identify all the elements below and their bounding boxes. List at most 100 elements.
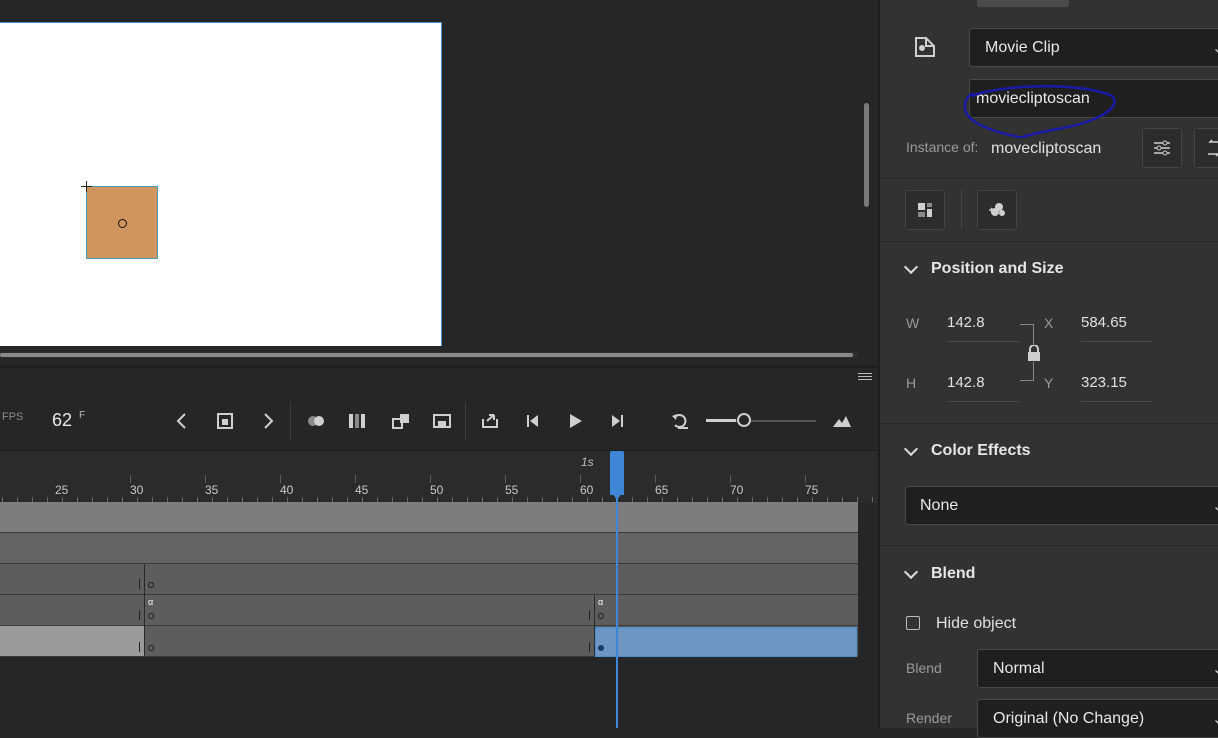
instance-of-label: Instance of: xyxy=(906,139,979,155)
loop-icon[interactable] xyxy=(477,408,503,434)
ruler-label: 30 xyxy=(130,483,144,497)
height-underline xyxy=(947,401,1019,402)
current-frame-field[interactable]: 62 xyxy=(52,410,72,431)
x-underline xyxy=(1081,341,1153,342)
ruler-major-tick xyxy=(805,475,806,483)
fps-label: FPS xyxy=(2,411,24,423)
step-back-icon[interactable] xyxy=(520,408,546,434)
edit-multiple-frames-icon[interactable] xyxy=(344,408,370,434)
ruler-major-tick xyxy=(580,475,581,483)
ruler-major-tick xyxy=(655,475,656,483)
ruler-label: 25 xyxy=(55,483,69,497)
color-effect-value: None xyxy=(920,496,959,514)
section-separator xyxy=(880,241,1218,242)
color-effects-title[interactable]: Color Effects xyxy=(931,442,1031,460)
blend-mode-value: Normal xyxy=(993,659,1045,677)
render-label: Render xyxy=(906,710,952,726)
onion-skin-icon[interactable] xyxy=(303,408,329,434)
blend-title[interactable]: Blend xyxy=(931,565,975,583)
render-dropdown[interactable]: Original (No Change) ⌄ xyxy=(977,699,1218,738)
empty-keyframe[interactable] xyxy=(148,645,154,651)
toolbar-separator xyxy=(290,402,291,440)
ruler-label: 60 xyxy=(580,483,594,497)
insert-keyframe-icon[interactable] xyxy=(212,408,238,434)
symbol-type-dropdown[interactable]: Movie Clip ⌄ xyxy=(969,28,1218,67)
insert-tween-icon[interactable] xyxy=(388,408,414,434)
stage-vertical-scrollbar[interactable] xyxy=(864,103,869,207)
link-bracket-top xyxy=(1020,324,1034,345)
stage-canvas[interactable] xyxy=(0,22,442,346)
panel-tab[interactable] xyxy=(977,0,1069,7)
playhead-line xyxy=(616,495,618,728)
panel-divider[interactable] xyxy=(0,366,878,368)
fit-icon[interactable] xyxy=(829,408,855,434)
ruler-label: 65 xyxy=(655,483,669,497)
prev-keyframe-icon[interactable] xyxy=(169,408,195,434)
width-label: W xyxy=(906,315,920,331)
tween-span[interactable] xyxy=(0,626,145,656)
lock-icon[interactable] xyxy=(1027,344,1041,361)
ruler-label: 40 xyxy=(280,483,294,497)
ruler-major-tick xyxy=(505,475,506,483)
swap-symbol-icon[interactable] xyxy=(1194,128,1218,168)
next-keyframe-icon[interactable] xyxy=(255,408,281,434)
x-label: X xyxy=(1044,315,1054,331)
keyframe-divider xyxy=(144,564,145,658)
alpha-marker: α xyxy=(598,597,604,607)
step-forward-icon[interactable] xyxy=(604,408,630,434)
x-field[interactable]: 584.65 xyxy=(1081,314,1127,331)
layer-row[interactable] xyxy=(0,502,858,533)
y-field[interactable]: 323.15 xyxy=(1081,374,1127,391)
y-underline xyxy=(1081,401,1153,402)
registration-point-icon xyxy=(118,219,127,228)
layer-row[interactable] xyxy=(0,564,858,595)
section-separator xyxy=(880,423,1218,424)
y-label: Y xyxy=(1044,375,1054,391)
undo-icon[interactable] xyxy=(667,408,693,434)
frame-editor-icon[interactable] xyxy=(429,408,455,434)
symbol-type-value: Movie Clip xyxy=(985,38,1060,56)
align-icon[interactable] xyxy=(905,190,945,230)
swap-effects-icon[interactable] xyxy=(977,190,1017,230)
stage-horizontal-scrollbar[interactable] xyxy=(0,353,853,357)
symbol-settings-icon[interactable] xyxy=(1142,128,1182,168)
playhead-tip xyxy=(610,490,624,500)
ruler-label: 75 xyxy=(805,483,819,497)
chevron-down-icon: ⌄ xyxy=(1212,39,1218,56)
play-icon[interactable] xyxy=(562,408,588,434)
empty-keyframe[interactable] xyxy=(148,613,154,619)
ruler-label: 70 xyxy=(730,483,744,497)
layer-row[interactable] xyxy=(0,533,858,564)
panel-menu-icon[interactable] xyxy=(858,373,872,383)
ruler-label: 55 xyxy=(505,483,519,497)
empty-keyframe[interactable] xyxy=(598,613,604,619)
width-field[interactable]: 142.8 xyxy=(947,314,985,331)
blend-mode-dropdown[interactable]: Normal ⌄ xyxy=(977,649,1218,688)
ruler-major-tick xyxy=(355,475,356,483)
chevron-down-icon: ⌄ xyxy=(1212,660,1218,677)
color-effect-dropdown[interactable]: None ⌄ xyxy=(905,486,1218,525)
hide-object-checkbox[interactable] xyxy=(906,616,920,630)
selected-frames[interactable] xyxy=(595,627,857,657)
height-field[interactable]: 142.8 xyxy=(947,374,985,391)
hide-object-label: Hide object xyxy=(936,615,1017,632)
zoom-slider-fill xyxy=(706,419,736,422)
empty-keyframe[interactable] xyxy=(148,582,154,588)
playhead[interactable] xyxy=(610,451,624,495)
section-separator xyxy=(880,178,1218,179)
chevron-down-icon: ⌄ xyxy=(1212,710,1218,727)
link-bracket-bottom xyxy=(1020,362,1034,381)
frame-end-marker xyxy=(139,610,140,620)
width-underline xyxy=(947,341,1019,342)
keyframe[interactable] xyxy=(598,645,604,651)
frame-end-marker xyxy=(589,642,590,652)
blend-label: Blend xyxy=(906,660,942,676)
position-size-title[interactable]: Position and Size xyxy=(931,260,1063,278)
ruler-tick xyxy=(872,497,873,502)
chevron-down-icon: ⌄ xyxy=(1212,497,1218,514)
zoom-slider-knob[interactable] xyxy=(737,413,751,427)
instance-of-value: movecliptoscan xyxy=(991,140,1102,157)
layer-row[interactable] xyxy=(0,595,858,626)
frame-end-marker xyxy=(139,642,140,652)
frame-end-marker xyxy=(139,579,140,589)
